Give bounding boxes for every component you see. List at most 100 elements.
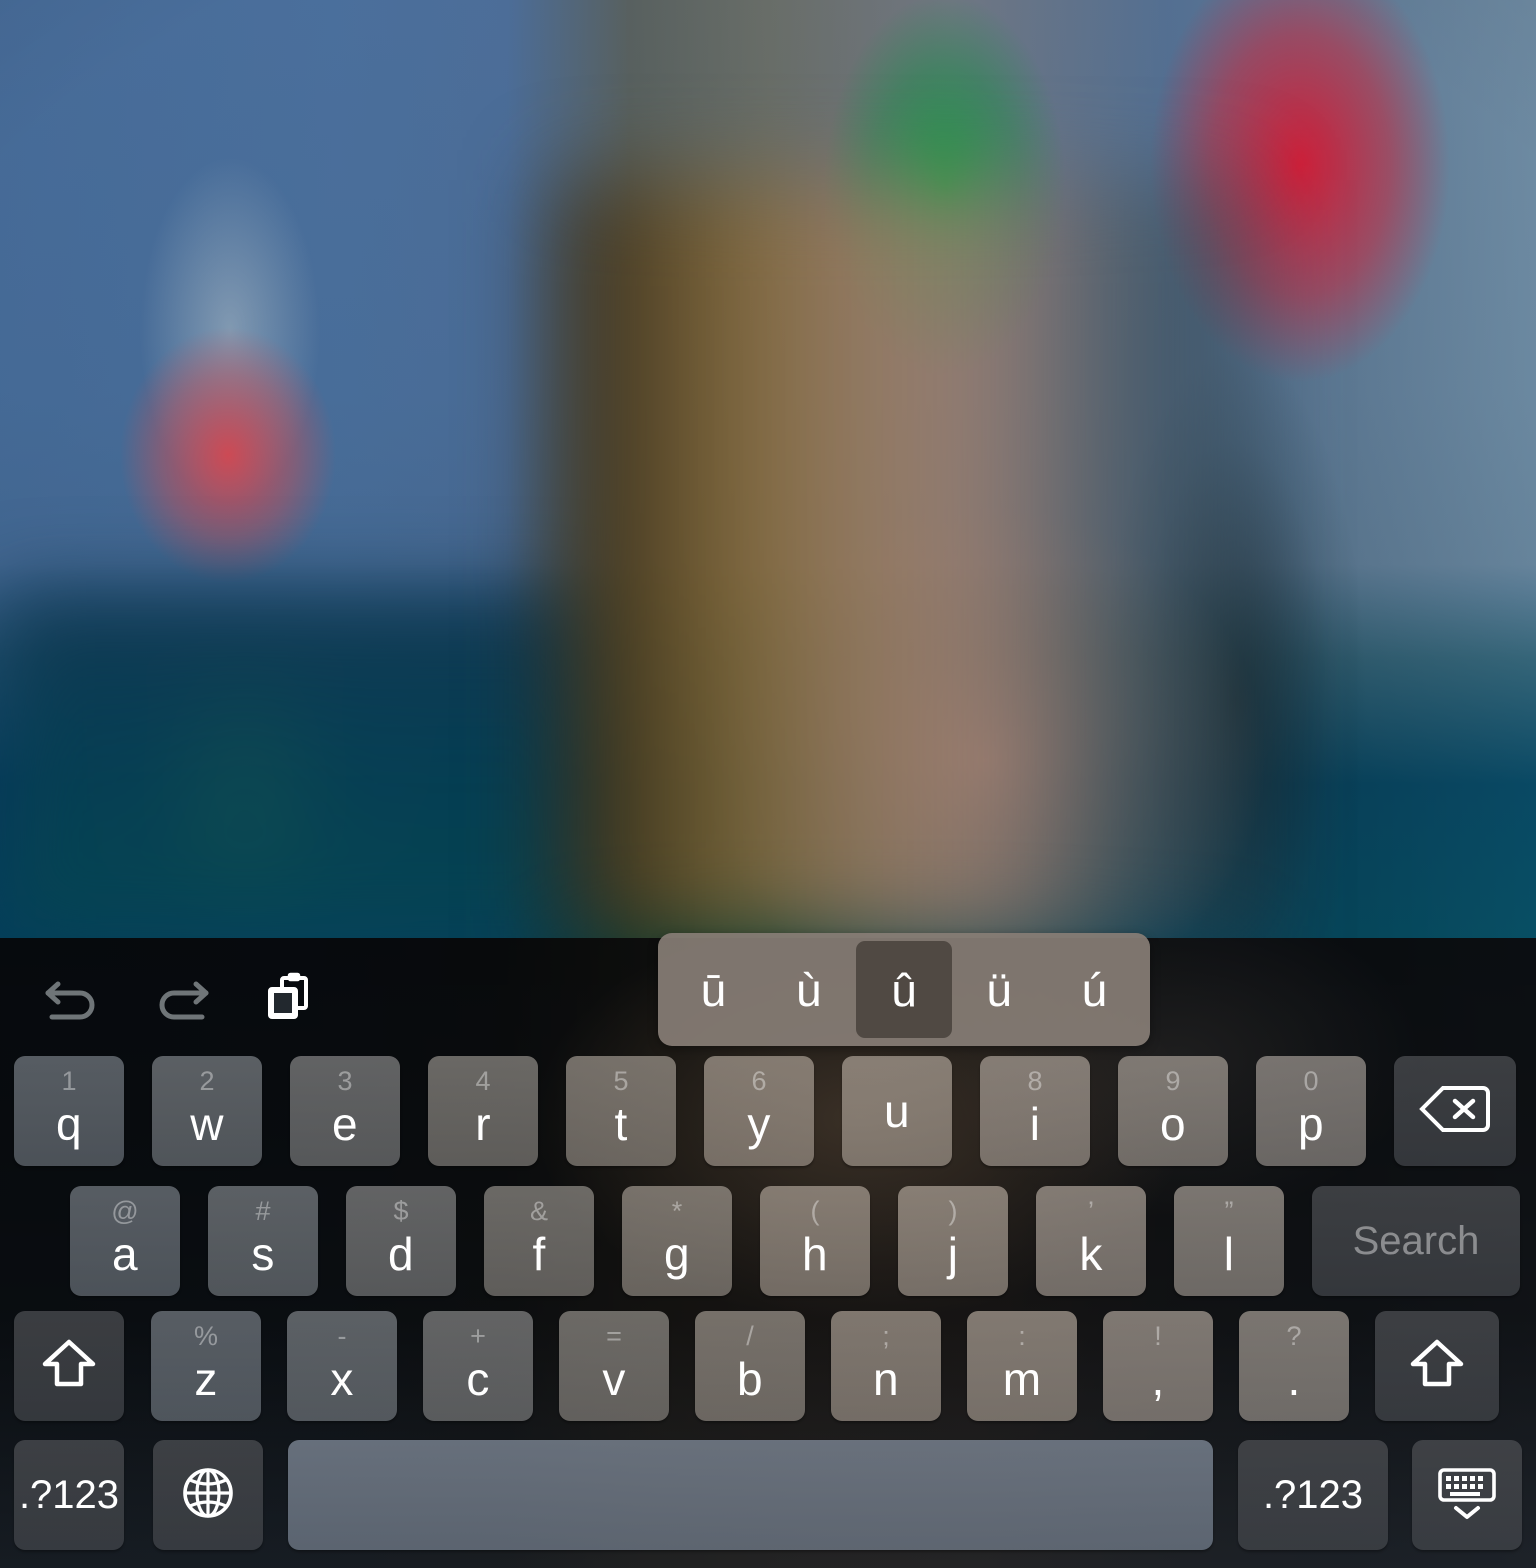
key-comma-alt: ! — [1154, 1321, 1162, 1351]
key-k-alt: ’ — [1088, 1196, 1094, 1226]
key-v[interactable]: = v — [559, 1311, 669, 1421]
shift-key-right[interactable] — [1375, 1311, 1499, 1421]
key-x[interactable]: - x — [287, 1311, 397, 1421]
accent-character-popup[interactable]: ū ù û ü ú — [658, 933, 1150, 1046]
numeric-key-right[interactable]: .?123 — [1238, 1440, 1388, 1550]
key-h-letter: h — [802, 1228, 828, 1280]
key-s-alt: # — [255, 1196, 271, 1226]
key-i-alt: 8 — [1027, 1066, 1043, 1096]
space-key[interactable] — [288, 1440, 1213, 1550]
key-s[interactable]: # s — [208, 1186, 318, 1296]
key-r[interactable]: 4 r — [428, 1056, 538, 1166]
ipad-screen: ū ù û ü ú 1 q 2 w 3 e 4 r 5 t 6 y u 8 i … — [0, 0, 1536, 1568]
keyboard-dismiss-icon — [1436, 1464, 1498, 1527]
key-b-alt: / — [746, 1321, 754, 1351]
key-e[interactable]: 3 e — [290, 1056, 400, 1166]
key-a[interactable]: @ a — [70, 1186, 180, 1296]
key-u[interactable]: u — [842, 1056, 952, 1166]
search-return-key[interactable]: Search — [1312, 1186, 1520, 1296]
accent-option-4[interactable]: ú — [1047, 941, 1142, 1038]
key-t[interactable]: 5 t — [566, 1056, 676, 1166]
globe-key[interactable] — [153, 1440, 263, 1550]
key-q[interactable]: 1 q — [14, 1056, 124, 1166]
key-z[interactable]: % z — [151, 1311, 261, 1421]
redo-icon[interactable] — [150, 966, 212, 1028]
key-k[interactable]: ’ k — [1036, 1186, 1146, 1296]
key-h[interactable]: ( h — [760, 1186, 870, 1296]
key-n[interactable]: ; n — [831, 1311, 941, 1421]
key-e-letter: e — [332, 1098, 358, 1150]
key-w-letter: w — [190, 1098, 224, 1150]
key-q-letter: q — [56, 1098, 82, 1150]
numeric-key-left-label: .?123 — [18, 1472, 120, 1517]
key-f-alt: & — [529, 1196, 548, 1226]
key-d-letter: d — [388, 1228, 414, 1280]
key-b[interactable]: / b — [695, 1311, 805, 1421]
backspace-icon — [1419, 1084, 1491, 1139]
accent-option-3[interactable]: ü — [952, 941, 1047, 1038]
keyboard-row-2: @ a # s $ d & f * g ( h) j ’ k ” l Sear… — [0, 1186, 1536, 1296]
key-v-letter: v — [602, 1353, 626, 1405]
key-l-letter: l — [1223, 1228, 1235, 1280]
key-y[interactable]: 6 y — [704, 1056, 814, 1166]
key-i-letter: i — [1029, 1098, 1041, 1150]
key-p-letter: p — [1298, 1098, 1324, 1150]
key-j-alt: ) — [948, 1196, 958, 1226]
key-l[interactable]: ” l — [1174, 1186, 1284, 1296]
key-m[interactable]: : m — [967, 1311, 1077, 1421]
numeric-key-right-label: .?123 — [1262, 1472, 1364, 1517]
key-o[interactable]: 9 o — [1118, 1056, 1228, 1166]
key-f-letter: f — [532, 1228, 546, 1280]
key-x-letter: x — [330, 1353, 354, 1405]
shift-up-arrow-icon — [42, 1338, 96, 1395]
accent-option-2-selected[interactable]: û — [856, 941, 952, 1038]
keyboard-dismiss-key[interactable] — [1412, 1440, 1522, 1550]
key-b-letter: b — [737, 1353, 763, 1405]
paste-icon[interactable] — [258, 966, 320, 1028]
key-comma-letter: , — [1151, 1353, 1165, 1405]
undo-icon[interactable] — [42, 966, 104, 1028]
key-m-letter: m — [1002, 1353, 1042, 1405]
key-o-letter: o — [1160, 1098, 1186, 1150]
key-q-alt: 1 — [61, 1066, 77, 1096]
key-m-alt: : — [1018, 1321, 1026, 1351]
key-comma-exclam[interactable]: ! , — [1103, 1311, 1213, 1421]
key-l-alt: ” — [1224, 1196, 1234, 1226]
key-x-alt: - — [337, 1321, 347, 1351]
key-i[interactable]: 8 i — [980, 1056, 1090, 1166]
accent-option-0[interactable]: ū — [666, 941, 761, 1038]
key-z-alt: % — [193, 1321, 218, 1351]
key-c-alt: + — [470, 1321, 486, 1351]
key-p-alt: 0 — [1303, 1066, 1319, 1096]
key-g-alt: * — [671, 1196, 683, 1226]
key-period-alt: ? — [1286, 1321, 1302, 1351]
accent-option-1[interactable]: ù — [761, 941, 856, 1038]
key-period-letter: . — [1287, 1353, 1301, 1405]
key-n-alt: ; — [882, 1321, 890, 1351]
shift-key-left[interactable] — [14, 1311, 124, 1421]
key-o-alt: 9 — [1165, 1066, 1181, 1096]
key-v-alt: = — [606, 1321, 622, 1351]
keyboard-row-4: .?123 .?123 — [0, 1440, 1536, 1550]
key-r-letter: r — [475, 1098, 491, 1150]
backspace-key[interactable] — [1394, 1056, 1516, 1166]
key-period-question[interactable]: ? . — [1239, 1311, 1349, 1421]
numeric-key-left[interactable]: .?123 — [14, 1440, 124, 1550]
key-c[interactable]: + c — [423, 1311, 533, 1421]
search-key-label: Search — [1352, 1218, 1480, 1263]
key-d-alt: $ — [393, 1196, 409, 1226]
key-e-alt: 3 — [337, 1066, 353, 1096]
key-j-letter: j — [947, 1228, 959, 1280]
key-n-letter: n — [873, 1353, 899, 1405]
key-g[interactable]: * g — [622, 1186, 732, 1296]
key-t-alt: 5 — [613, 1066, 629, 1096]
key-w[interactable]: 2 w — [152, 1056, 262, 1166]
key-t-letter: t — [614, 1098, 628, 1150]
key-u-letter: u — [884, 1085, 910, 1137]
key-a-letter: a — [112, 1228, 138, 1280]
key-d[interactable]: $ d — [346, 1186, 456, 1296]
keyboard-row-3: % z - x + c = v / b ; n: m ! , ? . — [0, 1311, 1536, 1421]
key-f[interactable]: & f — [484, 1186, 594, 1296]
key-p[interactable]: 0 p — [1256, 1056, 1366, 1166]
key-j[interactable]: ) j — [898, 1186, 1008, 1296]
